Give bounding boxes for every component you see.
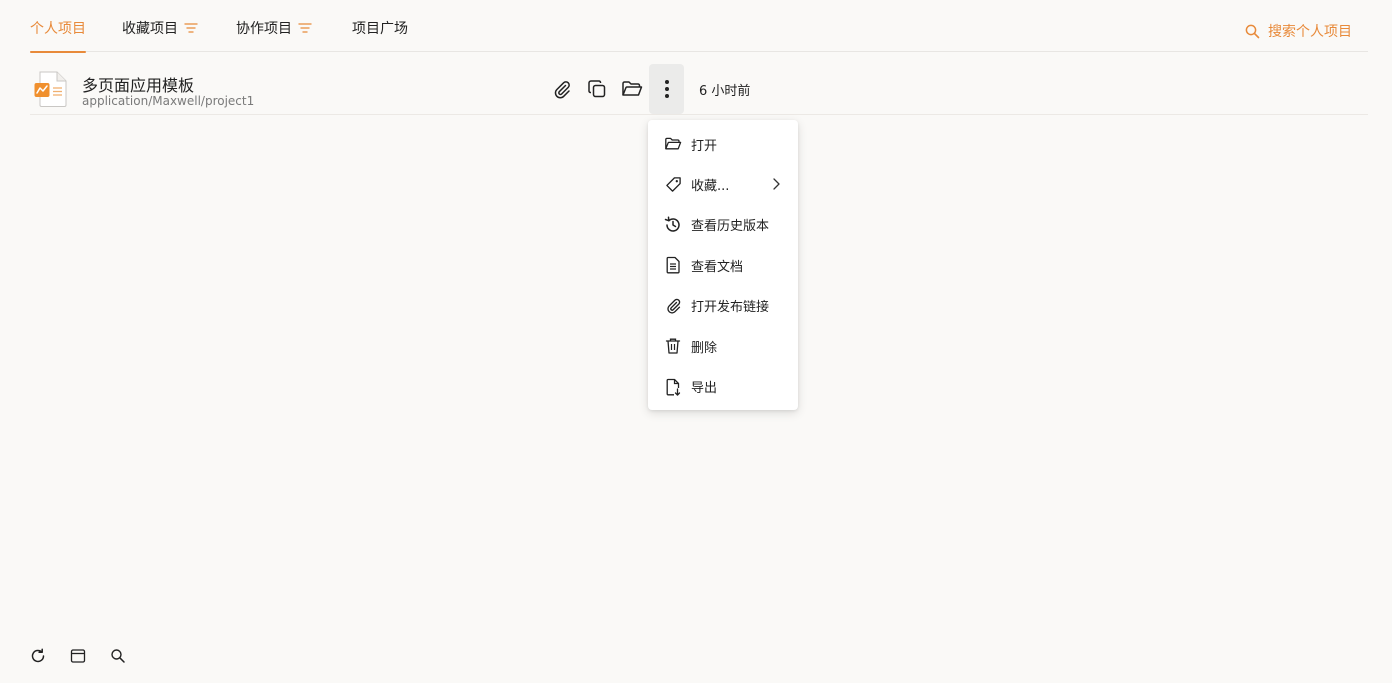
search-icon <box>110 648 126 664</box>
search-label: 搜索个人项目 <box>1268 24 1352 40</box>
menu-item-label: 打开发布链接 <box>691 300 770 316</box>
tab-label: 项目广场 <box>352 21 408 37</box>
menu-item-open[interactable]: 打开 <box>648 124 798 164</box>
modified-time: 6 小时前 <box>699 84 751 99</box>
tab-label: 收藏项目 <box>122 21 178 37</box>
tab-favorite-projects[interactable]: 收藏项目 <box>122 18 198 52</box>
search-personal-projects-link[interactable]: 搜索个人项目 <box>1245 21 1352 41</box>
menu-item-label: 查看历史版本 <box>691 219 770 235</box>
window-button[interactable] <box>70 647 86 665</box>
project-tabs: 个人项目 收藏项目 协作项目 项目广场 搜索个人项目 <box>30 0 1368 53</box>
tab-project-plaza[interactable]: 项目广场 <box>352 18 408 52</box>
refresh-icon <box>30 648 46 664</box>
project-context-menu: 打开 收藏... 查看历史版本 查看文档 打开发布链接 删除 导出 <box>648 120 798 410</box>
chevron-right-icon <box>770 177 782 191</box>
open-folder-button[interactable] <box>614 64 649 114</box>
export-file-icon <box>664 378 682 396</box>
project-path: application/Maxwell/project1 <box>82 94 255 108</box>
copy-button[interactable] <box>579 64 614 114</box>
menu-item-delete[interactable]: 删除 <box>648 326 798 366</box>
tab-label: 协作项目 <box>236 21 292 37</box>
search-button[interactable] <box>110 647 126 665</box>
menu-item-label: 导出 <box>691 381 718 397</box>
filter-icon[interactable] <box>184 21 198 35</box>
project-actions <box>544 64 684 114</box>
project-file-icon <box>34 71 68 107</box>
bottom-toolbar <box>30 647 126 665</box>
history-icon <box>664 216 682 234</box>
menu-item-favorite[interactable]: 收藏... <box>648 164 798 204</box>
more-vertical-icon <box>664 79 670 99</box>
project-row[interactable]: 多页面应用模板 application/Maxwell/project1 6 小… <box>30 63 1368 115</box>
publish-link-button[interactable] <box>544 64 579 114</box>
more-options-button[interactable] <box>649 64 684 114</box>
app-root: 个人项目 收藏项目 协作项目 项目广场 搜索个人项目 多页面应用模板 appli… <box>0 0 1392 683</box>
refresh-button[interactable] <box>30 647 46 665</box>
menu-item-view-docs[interactable]: 查看文档 <box>648 245 798 285</box>
paperclip-icon <box>552 79 572 99</box>
menu-item-open-publish-link[interactable]: 打开发布链接 <box>648 286 798 326</box>
trash-icon <box>664 337 682 355</box>
tab-collaboration-projects[interactable]: 协作项目 <box>236 18 312 52</box>
project-title[interactable]: 多页面应用模板 <box>82 72 194 96</box>
folder-open-icon <box>664 135 682 153</box>
filter-icon[interactable] <box>298 21 312 35</box>
tab-label: 个人项目 <box>30 21 86 37</box>
tag-icon <box>664 176 682 194</box>
menu-item-label: 删除 <box>691 340 718 356</box>
menu-item-label: 收藏... <box>691 179 730 195</box>
search-icon <box>1245 24 1260 39</box>
menu-item-label: 打开 <box>691 138 718 154</box>
menu-item-export[interactable]: 导出 <box>648 366 798 406</box>
document-icon <box>664 256 682 274</box>
folder-open-icon <box>621 79 643 99</box>
window-icon <box>70 648 86 664</box>
tab-personal-projects[interactable]: 个人项目 <box>30 18 86 53</box>
paperclip-icon <box>664 297 682 315</box>
menu-item-view-history[interactable]: 查看历史版本 <box>648 205 798 245</box>
menu-item-label: 查看文档 <box>691 259 744 275</box>
copy-icon <box>587 79 607 99</box>
